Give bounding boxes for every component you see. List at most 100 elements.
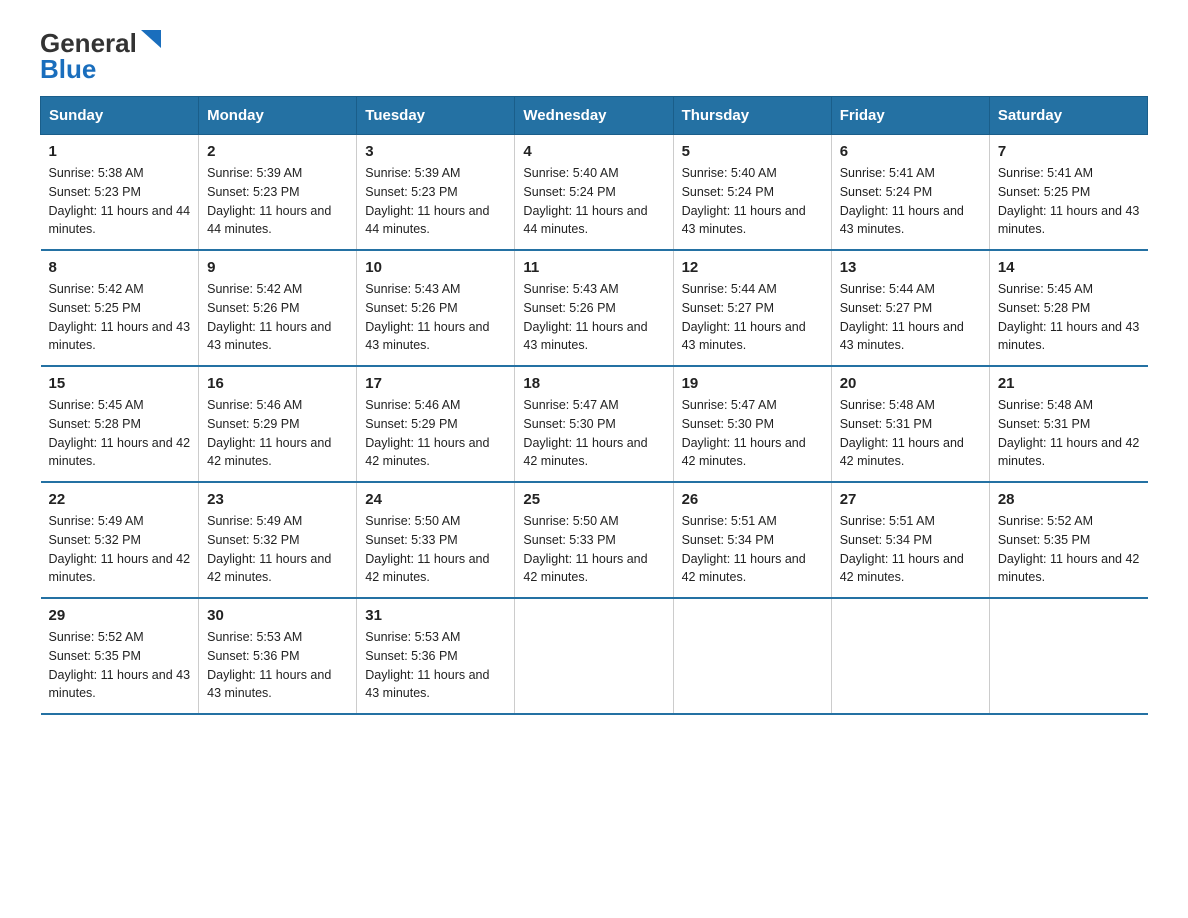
day-number: 14 [998, 259, 1140, 276]
day-info: Sunrise: 5:45 AM Sunset: 5:28 PM Dayligh… [49, 396, 191, 471]
day-number: 21 [998, 375, 1140, 392]
day-number: 10 [365, 259, 506, 276]
header-friday: Friday [831, 97, 989, 135]
calendar-cell: 20 Sunrise: 5:48 AM Sunset: 5:31 PM Dayl… [831, 366, 989, 482]
header-monday: Monday [199, 97, 357, 135]
day-number: 25 [523, 491, 664, 508]
calendar-cell: 14 Sunrise: 5:45 AM Sunset: 5:28 PM Dayl… [989, 250, 1147, 366]
day-number: 27 [840, 491, 981, 508]
day-number: 3 [365, 143, 506, 160]
day-number: 23 [207, 491, 348, 508]
logo-blue-text: Blue [40, 56, 96, 82]
calendar-cell: 25 Sunrise: 5:50 AM Sunset: 5:33 PM Dayl… [515, 482, 673, 598]
day-number: 29 [49, 607, 191, 624]
calendar-cell: 10 Sunrise: 5:43 AM Sunset: 5:26 PM Dayl… [357, 250, 515, 366]
calendar-cell: 12 Sunrise: 5:44 AM Sunset: 5:27 PM Dayl… [673, 250, 831, 366]
day-info: Sunrise: 5:44 AM Sunset: 5:27 PM Dayligh… [682, 280, 823, 355]
calendar-cell [831, 598, 989, 714]
header-tuesday: Tuesday [357, 97, 515, 135]
day-info: Sunrise: 5:40 AM Sunset: 5:24 PM Dayligh… [523, 164, 664, 239]
day-number: 28 [998, 491, 1140, 508]
day-info: Sunrise: 5:40 AM Sunset: 5:24 PM Dayligh… [682, 164, 823, 239]
day-info: Sunrise: 5:43 AM Sunset: 5:26 PM Dayligh… [365, 280, 506, 355]
day-info: Sunrise: 5:49 AM Sunset: 5:32 PM Dayligh… [207, 512, 348, 587]
day-number: 5 [682, 143, 823, 160]
day-info: Sunrise: 5:41 AM Sunset: 5:24 PM Dayligh… [840, 164, 981, 239]
calendar-header-row: SundayMondayTuesdayWednesdayThursdayFrid… [41, 97, 1148, 135]
day-number: 17 [365, 375, 506, 392]
day-info: Sunrise: 5:46 AM Sunset: 5:29 PM Dayligh… [207, 396, 348, 471]
logo-general-text: General [40, 30, 137, 56]
day-number: 12 [682, 259, 823, 276]
calendar-cell: 5 Sunrise: 5:40 AM Sunset: 5:24 PM Dayli… [673, 135, 831, 251]
day-info: Sunrise: 5:50 AM Sunset: 5:33 PM Dayligh… [523, 512, 664, 587]
calendar-cell: 13 Sunrise: 5:44 AM Sunset: 5:27 PM Dayl… [831, 250, 989, 366]
logo: General Blue [40, 30, 161, 82]
logo-triangle-icon [141, 30, 161, 48]
day-number: 2 [207, 143, 348, 160]
day-number: 18 [523, 375, 664, 392]
day-info: Sunrise: 5:38 AM Sunset: 5:23 PM Dayligh… [49, 164, 191, 239]
calendar-week-row: 15 Sunrise: 5:45 AM Sunset: 5:28 PM Dayl… [41, 366, 1148, 482]
calendar-cell: 15 Sunrise: 5:45 AM Sunset: 5:28 PM Dayl… [41, 366, 199, 482]
calendar-cell [515, 598, 673, 714]
day-number: 13 [840, 259, 981, 276]
day-number: 7 [998, 143, 1140, 160]
day-info: Sunrise: 5:42 AM Sunset: 5:26 PM Dayligh… [207, 280, 348, 355]
day-info: Sunrise: 5:51 AM Sunset: 5:34 PM Dayligh… [840, 512, 981, 587]
day-info: Sunrise: 5:43 AM Sunset: 5:26 PM Dayligh… [523, 280, 664, 355]
calendar-week-row: 8 Sunrise: 5:42 AM Sunset: 5:25 PM Dayli… [41, 250, 1148, 366]
calendar-cell: 9 Sunrise: 5:42 AM Sunset: 5:26 PM Dayli… [199, 250, 357, 366]
day-number: 24 [365, 491, 506, 508]
day-info: Sunrise: 5:46 AM Sunset: 5:29 PM Dayligh… [365, 396, 506, 471]
day-info: Sunrise: 5:52 AM Sunset: 5:35 PM Dayligh… [998, 512, 1140, 587]
day-number: 31 [365, 607, 506, 624]
calendar-cell: 30 Sunrise: 5:53 AM Sunset: 5:36 PM Dayl… [199, 598, 357, 714]
day-info: Sunrise: 5:39 AM Sunset: 5:23 PM Dayligh… [207, 164, 348, 239]
day-info: Sunrise: 5:48 AM Sunset: 5:31 PM Dayligh… [840, 396, 981, 471]
calendar-table: SundayMondayTuesdayWednesdayThursdayFrid… [40, 96, 1148, 715]
day-number: 4 [523, 143, 664, 160]
calendar-cell [673, 598, 831, 714]
header-wednesday: Wednesday [515, 97, 673, 135]
calendar-cell: 17 Sunrise: 5:46 AM Sunset: 5:29 PM Dayl… [357, 366, 515, 482]
day-info: Sunrise: 5:41 AM Sunset: 5:25 PM Dayligh… [998, 164, 1140, 239]
calendar-cell: 7 Sunrise: 5:41 AM Sunset: 5:25 PM Dayli… [989, 135, 1147, 251]
day-number: 8 [49, 259, 191, 276]
page-header: General Blue [40, 30, 1148, 82]
day-info: Sunrise: 5:49 AM Sunset: 5:32 PM Dayligh… [49, 512, 191, 587]
calendar-cell: 19 Sunrise: 5:47 AM Sunset: 5:30 PM Dayl… [673, 366, 831, 482]
calendar-cell: 6 Sunrise: 5:41 AM Sunset: 5:24 PM Dayli… [831, 135, 989, 251]
day-info: Sunrise: 5:39 AM Sunset: 5:23 PM Dayligh… [365, 164, 506, 239]
day-info: Sunrise: 5:44 AM Sunset: 5:27 PM Dayligh… [840, 280, 981, 355]
day-info: Sunrise: 5:52 AM Sunset: 5:35 PM Dayligh… [49, 628, 191, 703]
day-number: 22 [49, 491, 191, 508]
calendar-cell: 3 Sunrise: 5:39 AM Sunset: 5:23 PM Dayli… [357, 135, 515, 251]
day-info: Sunrise: 5:53 AM Sunset: 5:36 PM Dayligh… [207, 628, 348, 703]
day-number: 11 [523, 259, 664, 276]
calendar-cell: 21 Sunrise: 5:48 AM Sunset: 5:31 PM Dayl… [989, 366, 1147, 482]
calendar-cell: 24 Sunrise: 5:50 AM Sunset: 5:33 PM Dayl… [357, 482, 515, 598]
calendar-cell: 18 Sunrise: 5:47 AM Sunset: 5:30 PM Dayl… [515, 366, 673, 482]
day-number: 26 [682, 491, 823, 508]
header-saturday: Saturday [989, 97, 1147, 135]
day-info: Sunrise: 5:47 AM Sunset: 5:30 PM Dayligh… [523, 396, 664, 471]
calendar-cell: 1 Sunrise: 5:38 AM Sunset: 5:23 PM Dayli… [41, 135, 199, 251]
day-number: 9 [207, 259, 348, 276]
day-number: 16 [207, 375, 348, 392]
calendar-cell: 31 Sunrise: 5:53 AM Sunset: 5:36 PM Dayl… [357, 598, 515, 714]
calendar-cell: 26 Sunrise: 5:51 AM Sunset: 5:34 PM Dayl… [673, 482, 831, 598]
day-number: 20 [840, 375, 981, 392]
day-info: Sunrise: 5:53 AM Sunset: 5:36 PM Dayligh… [365, 628, 506, 703]
calendar-cell: 16 Sunrise: 5:46 AM Sunset: 5:29 PM Dayl… [199, 366, 357, 482]
calendar-cell: 4 Sunrise: 5:40 AM Sunset: 5:24 PM Dayli… [515, 135, 673, 251]
day-info: Sunrise: 5:50 AM Sunset: 5:33 PM Dayligh… [365, 512, 506, 587]
day-number: 1 [49, 143, 191, 160]
header-thursday: Thursday [673, 97, 831, 135]
calendar-cell: 28 Sunrise: 5:52 AM Sunset: 5:35 PM Dayl… [989, 482, 1147, 598]
day-info: Sunrise: 5:51 AM Sunset: 5:34 PM Dayligh… [682, 512, 823, 587]
calendar-week-row: 1 Sunrise: 5:38 AM Sunset: 5:23 PM Dayli… [41, 135, 1148, 251]
header-sunday: Sunday [41, 97, 199, 135]
day-info: Sunrise: 5:48 AM Sunset: 5:31 PM Dayligh… [998, 396, 1140, 471]
calendar-cell: 8 Sunrise: 5:42 AM Sunset: 5:25 PM Dayli… [41, 250, 199, 366]
